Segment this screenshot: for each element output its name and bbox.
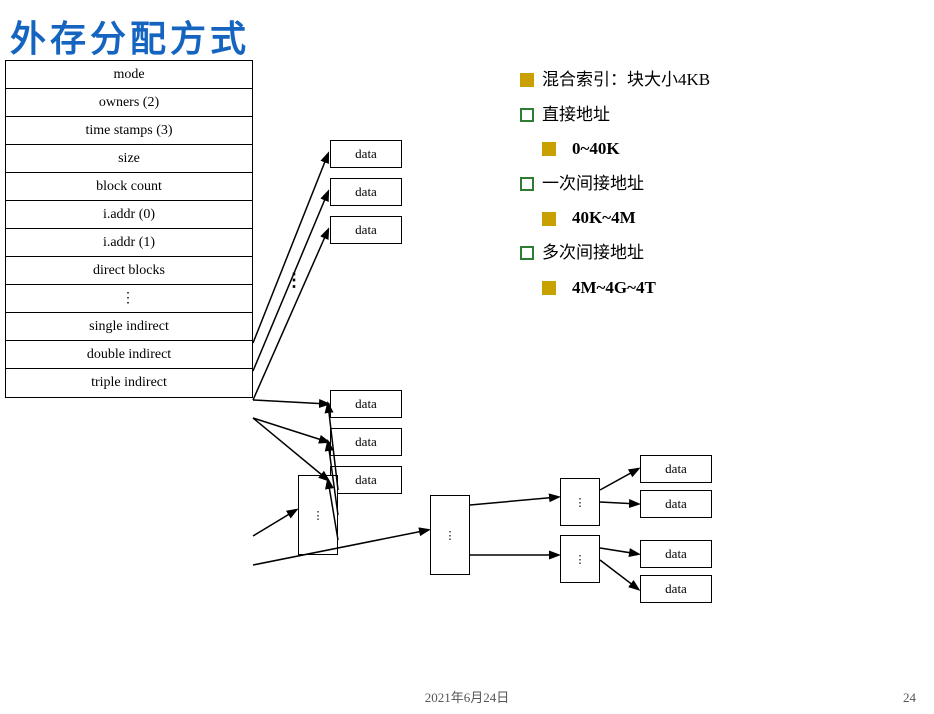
empty-square-single	[520, 177, 534, 191]
info-single-label: 一次间接地址	[542, 169, 644, 200]
inode-row-timestamps: time stamps (3)	[6, 117, 252, 145]
inode-row-triple: triple indirect	[6, 369, 252, 397]
filled-square-range3	[542, 281, 556, 295]
inode-row-iaddr1: i.addr (1)	[6, 229, 252, 257]
data-box-r1: data	[640, 455, 712, 483]
info-range1-label: 0~40K	[572, 134, 620, 165]
info-range1: 0~40K	[520, 134, 710, 165]
info-panel: 混合索引：块大小4KB 直接地址 0~40K 一次间接地址 40K~4M 多次间…	[520, 65, 710, 307]
data-box-5: data	[330, 428, 402, 456]
direct-dots: ⋮	[285, 270, 303, 291]
double-indirect-dots-2: ⋮	[560, 535, 600, 583]
page-title: 外存分配方式	[10, 10, 250, 62]
filled-square-range1	[542, 142, 556, 156]
info-multi-label: 多次间接地址	[542, 238, 644, 269]
info-direct: 直接地址	[520, 100, 710, 131]
double-indirect-dots-1: ⋮	[560, 478, 600, 526]
info-main: 混合索引：块大小4KB	[520, 65, 710, 96]
data-box-r4: data	[640, 575, 712, 603]
inode-row-dots: ⋮	[6, 285, 252, 313]
info-range2-label: 40K~4M	[572, 203, 636, 234]
inode-row-blockcount: block count	[6, 173, 252, 201]
inode-row-iaddr0: i.addr (0)	[6, 201, 252, 229]
inode-table: mode owners (2) time stamps (3) size blo…	[5, 60, 253, 398]
empty-square-multi	[520, 246, 534, 260]
double-indirect-block-l1: ⋮	[430, 495, 470, 575]
info-main-label: 混合索引：块大小4KB	[542, 65, 710, 96]
single-indirect-block: ⋮	[298, 475, 338, 555]
data-box-6: data	[330, 466, 402, 494]
data-box-r3: data	[640, 540, 712, 568]
inode-row-double: double indirect	[6, 341, 252, 369]
inode-row-mode: mode	[6, 61, 252, 89]
info-multi: 多次间接地址	[520, 238, 710, 269]
filled-square-range2	[542, 212, 556, 226]
info-single: 一次间接地址	[520, 169, 710, 200]
info-range2: 40K~4M	[520, 203, 710, 234]
inode-row-owners: owners (2)	[6, 89, 252, 117]
filled-square-main	[520, 73, 534, 87]
info-range3: 4M~4G~4T	[520, 273, 710, 304]
empty-square-direct	[520, 108, 534, 122]
footer-date: 2021年6月24日	[425, 687, 510, 706]
info-direct-label: 直接地址	[542, 100, 610, 131]
inode-row-size: size	[6, 145, 252, 173]
footer-page: 24	[903, 690, 916, 706]
inode-row-single: single indirect	[6, 313, 252, 341]
inode-row-direct: direct blocks	[6, 257, 252, 285]
data-box-2: data	[330, 178, 402, 206]
data-box-3: data	[330, 216, 402, 244]
data-box-r2: data	[640, 490, 712, 518]
data-box-1: data	[330, 140, 402, 168]
data-box-4: data	[330, 390, 402, 418]
info-range3-label: 4M~4G~4T	[572, 273, 656, 304]
